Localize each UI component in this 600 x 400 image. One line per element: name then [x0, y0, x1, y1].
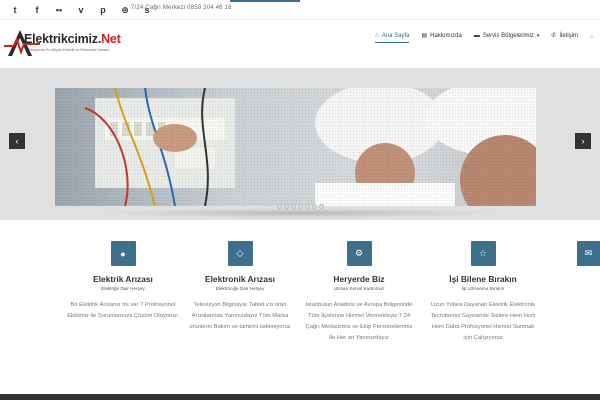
footer-strip [0, 394, 600, 400]
feature-elektronik-arizasi: ◇ Elektronik Arızası Elektroniğe Dair He… [180, 241, 300, 333]
feature-title: İşi Bilene Bırakın [449, 274, 517, 284]
nav-item-hakkimizda[interactable]: ▤ Hakkımızda [421, 32, 461, 43]
hero-slider: ‹ › [0, 68, 600, 220]
slide-image [55, 88, 536, 206]
logo-tagline: Türkiye'nin En Büyük Elektrik ve Elektro… [28, 48, 110, 52]
feature-heryerde-biz: ⚙ Heryerde Biz Uzman Servis Kadromuz İst… [299, 241, 419, 344]
slide-illustration [55, 88, 536, 206]
feature-title: Elektrik Arızası [93, 274, 153, 284]
slider-prev-button[interactable]: ‹ [9, 133, 25, 149]
top-bar: t f •• v p ⊕ s 7/24 Çağrı Merkezi 0850 3… [0, 0, 600, 20]
phone-icon: ✆ [551, 33, 557, 39]
logo-text: Elektrikcimiz.Net [24, 32, 121, 46]
star-icon: ☆ [470, 241, 496, 266]
nav-item-servis-bolgelerimiz[interactable]: ▬ Servis Bölgelerimiz ▾ [474, 33, 540, 43]
callcenter-text: 7/24 Çağrı Merkezi 0850 304 46 16 [131, 5, 232, 11]
drop-icon: ● [110, 241, 136, 266]
feature-subtitle: Uzman Servis Kadromuz [333, 286, 385, 291]
feature-elektrik-arizasi: ● Elektrik Arızası Elektriğe Dair Herşey… [63, 241, 183, 322]
site-header: Elektrikcimiz.Net Türkiye'nin En Büyük E… [0, 20, 600, 68]
nav-item-iletisim[interactable]: ✆ İletişim [551, 32, 578, 43]
gear-icon: ⚙ [346, 241, 372, 266]
slider-shadow [100, 208, 500, 218]
vimeo-icon[interactable]: v [70, 4, 92, 16]
pinterest-icon[interactable]: p [92, 4, 114, 16]
feature-subtitle: Elektriğe Dair Herşey [101, 286, 145, 291]
slider-next-button[interactable]: › [575, 133, 591, 149]
feature-text: Bir Elektrik Arızanız mı var ? Profosyon… [67, 302, 179, 319]
nav-item-ana-sayfa[interactable]: ⌂ Ana Sayfa [375, 32, 410, 43]
main-nav: ⌂ Ana Sayfa ▤ Hakkımızda ▬ Servis Bölgel… [363, 32, 594, 43]
truck-icon: ▬ [473, 32, 480, 39]
chevron-down-icon: ▾ [536, 32, 540, 39]
site-logo[interactable]: Elektrikcimiz.Net Türkiye'nin En Büyük E… [4, 26, 134, 62]
search-icon[interactable]: ⌕ [590, 34, 594, 42]
mail-icon[interactable]: ✉ [577, 241, 600, 266]
twitter-icon[interactable]: t [4, 4, 26, 16]
feature-isi-bilene-birakin: ☆ İşi Bilene Bırakın İşi Uzmanına Bırakı… [423, 241, 543, 344]
top-accent-line [230, 0, 300, 2]
feature-text: Televizyon Bilgisayar Tablet v.b ürün Ar… [189, 302, 291, 330]
briefcase-icon: ▤ [421, 33, 428, 39]
feature-subtitle: Elektroniğe Dair Herşey [215, 286, 265, 291]
feature-text: Uzun Yıllara Dayanan Elektrik Elektronik… [430, 302, 536, 341]
feature-title: Elektronik Arızası [205, 274, 275, 284]
feature-text: İstanbulun Anadolu ve Avrupa Bölgesinde … [305, 302, 413, 341]
flickr-icon[interactable]: •• [48, 4, 70, 16]
feature-title: Heryerde Biz [333, 274, 385, 284]
home-icon: ⌂ [375, 32, 379, 39]
facebook-icon[interactable]: f [26, 4, 48, 16]
feature-subtitle: İşi Uzmanına Bırakın [461, 286, 505, 291]
diamond-icon: ◇ [227, 241, 253, 266]
features-section: ● Elektrik Arızası Elektriğe Dair Herşey… [0, 220, 600, 400]
